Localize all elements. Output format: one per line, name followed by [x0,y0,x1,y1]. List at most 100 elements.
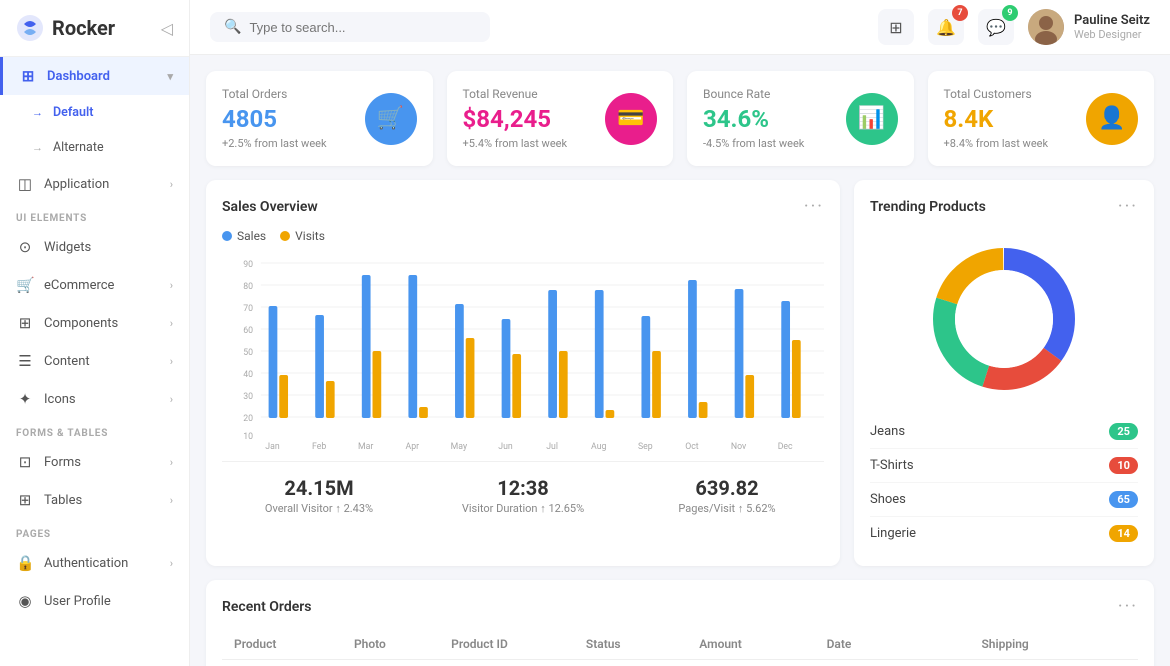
forms-icon: ⊡ [16,453,34,471]
user-role: Web Designer [1074,28,1150,41]
stat-orders-info: Total Orders 4805 +2.5% from last week [222,87,327,150]
bell-icon: 🔔 [936,18,956,37]
sidebar-label-authentication: Authentication [44,556,128,571]
legend-dot-yellow [280,231,290,241]
sidebar-item-default[interactable]: → Default [0,95,189,130]
sidebar-item-content[interactable]: ☰ Content › [0,342,189,380]
search-icon: 🔍 [224,19,241,35]
sidebar-item-forms[interactable]: ⊡ Forms › [0,443,189,481]
order-amount: $1250.00 [687,660,814,666]
sidebar: Rocker ◁ ⊞ Dashboard ▾ → Default → Alter… [0,0,190,666]
chart-stats: 24.15M Overall Visitor ↑ 2.43% 12:38 Vis… [222,461,824,515]
sidebar-item-user-profile[interactable]: ◉ User Profile [0,582,189,620]
orders-table-head: Product Photo Product ID Status Amount D… [222,629,1138,660]
sidebar-label-application: Application [44,177,109,192]
avatar [1028,9,1064,45]
svg-text:Apr: Apr [406,442,420,452]
pages-value: 639.82 [630,476,824,500]
svg-text:Jan: Jan [265,442,279,452]
chart-legend: Sales Visits [222,229,824,243]
revenue-value: $84,245 [463,105,568,133]
col-product-id: Product ID [439,629,574,660]
sales-overview-card: Sales Overview ··· Sales Visits [206,180,840,566]
sales-overview-header: Sales Overview ··· [222,196,824,217]
bounce-icon: 📊 [846,93,898,145]
trending-products-card: Trending Products ··· [854,180,1154,566]
sidebar-item-tables[interactable]: ⊞ Tables › [0,481,189,519]
orders-value: 4805 [222,105,327,133]
search-input[interactable] [249,20,476,35]
revenue-change: +5.4% from last week [463,137,568,150]
customers-change: +8.4% from last week [944,137,1049,150]
svg-text:20: 20 [243,414,253,424]
order-photo [342,660,439,666]
sidebar-item-application[interactable]: ◫ Application › [0,165,189,203]
logo-text: Rocker [52,16,115,40]
sales-overview-menu[interactable]: ··· [804,196,824,217]
trending-name-tshirts: T-Shirts [870,458,1109,473]
trending-name-shoes: Shoes [870,492,1109,507]
search-box[interactable]: 🔍 [210,12,490,42]
trending-title: Trending Products [870,199,986,215]
sidebar-label-default: Default [53,105,93,120]
svg-text:70: 70 [243,304,253,314]
sidebar-label-forms: Forms [44,455,81,470]
legend-label-sales: Sales [237,229,266,243]
message-icon: 💬 [986,18,1006,37]
chevron-right-icon: › [170,355,173,368]
chevron-right-icon: › [170,456,173,469]
sidebar-label-user-profile: User Profile [44,594,111,609]
sidebar-label-content: Content [44,354,90,369]
chevron-down-icon: ▾ [167,70,173,83]
tables-icon: ⊞ [16,491,34,509]
icons-icon: ✦ [16,390,34,408]
dashboard-icon: ⊞ [19,67,37,85]
main-area: 🔍 ⊞ 🔔 7 💬 9 [190,0,1170,666]
arrow-right-icon: → [32,106,43,119]
sidebar-item-widgets[interactable]: ⊙ Widgets [0,228,189,266]
svg-text:40: 40 [243,370,253,380]
trending-list: Jeans 25 T-Shirts 10 Shoes 65 Lingerie 1… [870,415,1138,550]
orders-menu[interactable]: ··· [1118,596,1138,617]
customers-value: 8.4K [944,105,1049,133]
chevron-right-icon: › [170,494,173,507]
grid-view-button[interactable]: ⊞ [878,9,914,45]
sidebar-label-widgets: Widgets [44,240,91,255]
logo-area: Rocker ◁ [0,0,189,57]
trending-menu[interactable]: ··· [1118,196,1138,217]
svg-text:Jul: Jul [546,442,558,452]
sidebar-item-components[interactable]: ⊞ Components › [0,304,189,342]
recent-orders-card: Recent Orders ··· Product Photo Product … [206,580,1154,666]
bounce-label: Bounce Rate [703,87,804,101]
sidebar-label-tables: Tables [44,493,82,508]
notifications-button[interactable]: 🔔 7 [928,9,964,45]
content-icon: ☰ [16,352,34,370]
svg-text:Nov: Nov [731,442,747,452]
order-date: 03 Feb 2020 [815,660,970,666]
chevron-right-icon: › [170,279,173,292]
sidebar-item-alternate[interactable]: → Alternate [0,130,189,165]
orders-table-header-row: Product Photo Product ID Status Amount D… [222,629,1138,660]
widgets-icon: ⊙ [16,238,34,256]
chevron-right-icon: › [170,178,173,191]
revenue-icon: 💳 [605,93,657,145]
sidebar-item-icons[interactable]: ✦ Icons › [0,380,189,418]
svg-text:Feb: Feb [312,442,326,452]
sidebar-item-ecommerce[interactable]: 🛒 eCommerce › [0,266,189,304]
svg-text:80: 80 [243,282,253,292]
user-info[interactable]: Pauline Seitz Web Designer [1028,9,1150,45]
duration-value: 12:38 [426,476,620,500]
sidebar-item-dashboard[interactable]: ⊞ Dashboard ▾ [0,57,189,95]
stat-card-orders: Total Orders 4805 +2.5% from last week 🛒 [206,71,433,166]
sidebar-item-authentication[interactable]: 🔒 Authentication › [0,544,189,582]
col-shipping: Shipping [969,629,1138,660]
trending-badge-jeans: 25 [1109,423,1138,440]
messages-button[interactable]: 💬 9 [978,9,1014,45]
authentication-icon: 🔒 [16,554,34,572]
trending-header: Trending Products ··· [870,196,1138,217]
sidebar-label-icons: Icons [44,392,76,407]
svg-text:Mar: Mar [358,442,373,452]
sidebar-collapse-button[interactable]: ◁ [161,19,173,38]
order-shipping [969,660,1138,666]
donut-chart [870,229,1138,409]
